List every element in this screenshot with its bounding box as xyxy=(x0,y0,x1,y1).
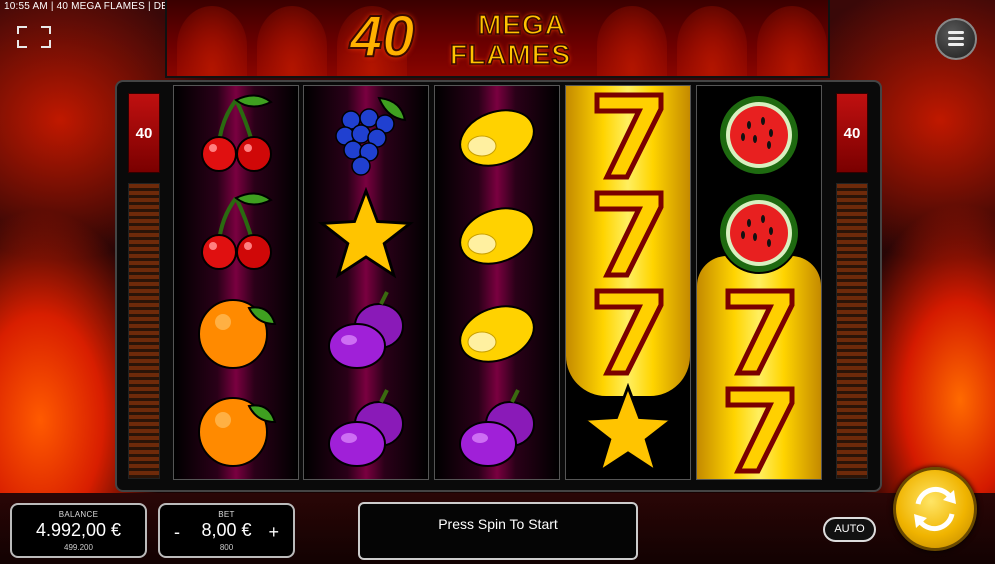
bet-label: BET xyxy=(218,510,235,519)
plum-symbol xyxy=(435,380,559,478)
plum-symbol xyxy=(304,380,428,478)
plum-symbol xyxy=(304,282,428,380)
menu-button[interactable] xyxy=(935,18,977,60)
cherry-symbol xyxy=(174,184,298,282)
reel-2 xyxy=(303,85,429,480)
lemon-symbol xyxy=(435,86,559,184)
grapes-symbol xyxy=(304,86,428,184)
balance-value: 4.992,00 € xyxy=(35,520,122,540)
lemon-symbol xyxy=(435,184,559,282)
balance-panel: BALANCE 4.992,00 € 499.200 xyxy=(10,503,147,558)
star-symbol xyxy=(566,380,690,478)
orange-symbol xyxy=(174,282,298,380)
spin-button[interactable] xyxy=(893,467,977,551)
game-logo: 40 MEGA FLAMES xyxy=(349,4,640,76)
watermelon-symbol xyxy=(697,184,821,282)
reel-4 xyxy=(565,85,691,480)
seven-symbol xyxy=(566,282,690,380)
message-panel: Press Spin To Start xyxy=(358,502,638,560)
logo-number: 40 xyxy=(349,4,416,69)
bet-decrease-button[interactable]: - xyxy=(174,522,180,543)
seven-symbol xyxy=(697,282,821,380)
balance-credits: 499.200 xyxy=(64,543,93,552)
spin-arrows-icon xyxy=(914,487,956,531)
bet-increase-button[interactable]: + xyxy=(268,522,279,543)
paylines-left: 40 xyxy=(128,93,160,479)
logo-word-flames: FLAMES xyxy=(449,39,572,71)
bet-credits: 800 xyxy=(219,543,234,552)
seven-symbol xyxy=(697,380,821,478)
fullscreen-icon[interactable] xyxy=(17,26,51,48)
payline-ladder-right xyxy=(836,183,868,479)
reel-3 xyxy=(434,85,560,480)
bet-panel: BET 8,00 € 800 - + xyxy=(158,503,295,558)
balance-label: BALANCE xyxy=(58,510,99,519)
seven-symbol xyxy=(566,86,690,184)
auto-button[interactable]: AUTO xyxy=(823,517,876,542)
paylines-count-right: 40 xyxy=(836,93,868,173)
payline-ladder-left xyxy=(128,183,160,479)
star-symbol xyxy=(304,184,428,282)
logo-word-mega: MEGA xyxy=(477,9,566,41)
cherry-symbol xyxy=(174,86,298,184)
seven-symbol xyxy=(566,184,690,282)
reel-1 xyxy=(173,85,299,480)
watermelon-symbol xyxy=(697,86,821,184)
paylines-count-left: 40 xyxy=(128,93,160,173)
reel-5 xyxy=(696,85,822,480)
paylines-right: 40 xyxy=(836,93,868,479)
orange-symbol xyxy=(174,380,298,478)
lemon-symbol xyxy=(435,282,559,380)
status-text: 10:55 AM | 40 MEGA FLAMES | DEMO xyxy=(4,1,185,12)
